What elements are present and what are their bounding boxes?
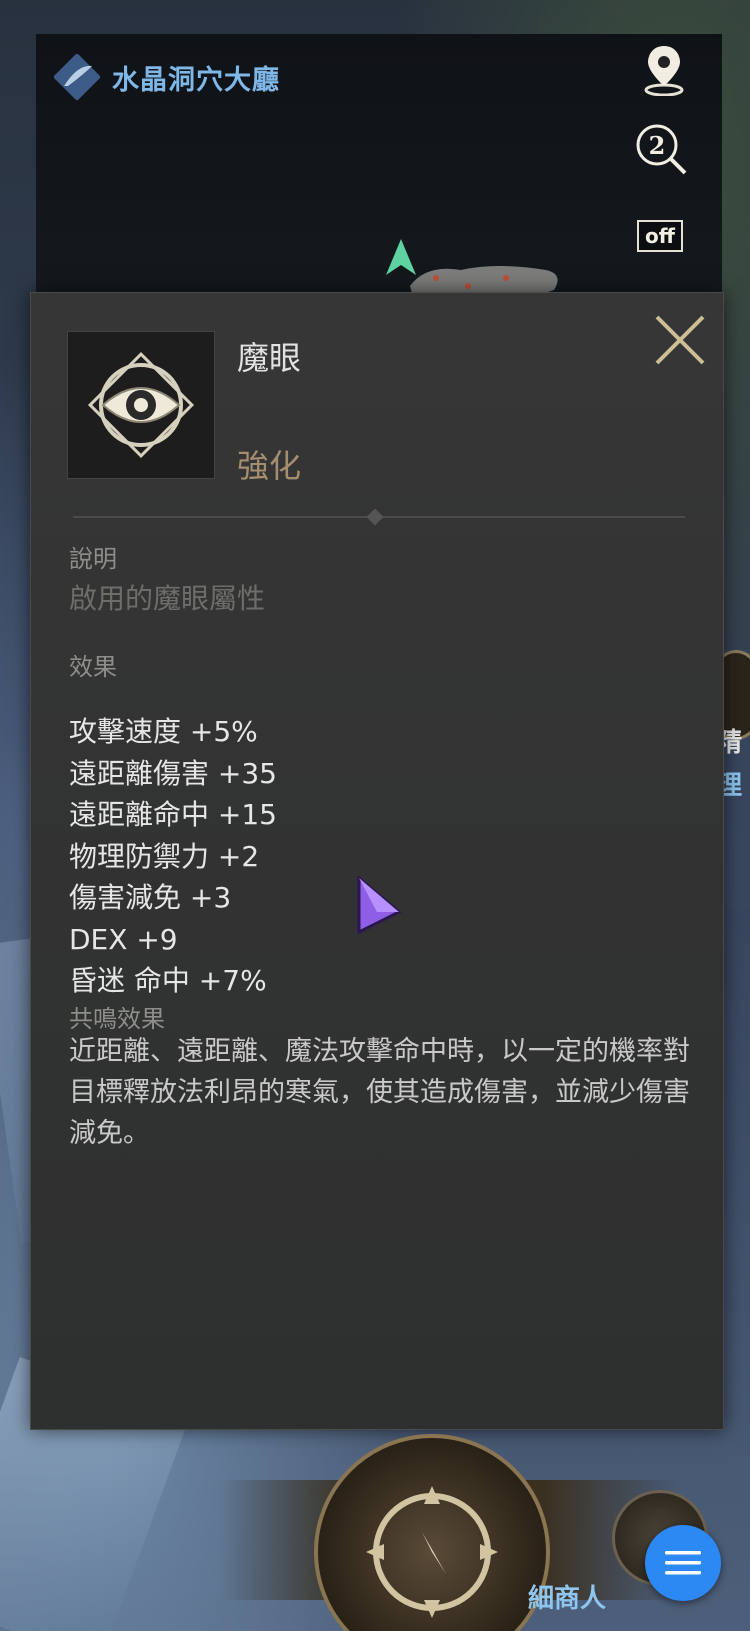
effects-label: 效果: [69, 653, 117, 681]
toggle-off-label: off: [637, 220, 683, 252]
effect-line: 昏迷 命中 +7%: [69, 964, 267, 997]
divider-ornament: [366, 508, 384, 526]
description-label: 說明: [69, 545, 117, 573]
close-icon[interactable]: [651, 311, 709, 369]
item-name: 魔眼: [237, 339, 302, 377]
zoom-level-icon[interactable]: 2: [634, 122, 690, 178]
svg-text:2: 2: [649, 131, 666, 160]
effect-line: DEX +9: [69, 922, 178, 956]
map-pin-icon[interactable]: [636, 42, 692, 98]
description-text: 啟用的魔眼屬性: [69, 582, 266, 615]
effect-line: 物理防禦力 +2: [69, 839, 260, 873]
auto-toggle-button[interactable]: off: [632, 208, 688, 264]
resonance-text: 近距離、遠距離、魔法攻擊命中時，以一定的機率對目標釋放法利昂的寒氣，使其造成傷害…: [69, 1036, 690, 1149]
location-name: 水晶洞穴大廳: [112, 64, 280, 96]
effect-line: 傷害減免 +3: [69, 881, 232, 914]
cursor-icon: [355, 874, 403, 938]
effect-line: 遠距離命中 +15: [69, 798, 277, 831]
effects-list: 攻擊速度 +5% 遠距離傷害 +35 遠距離命中 +15 物理防禦力 +2 傷害…: [69, 711, 277, 1002]
item-grade: 強化: [237, 447, 302, 485]
effect-line: 攻擊速度 +5%: [69, 715, 258, 748]
feather-icon: [54, 54, 100, 100]
resonance-label: 共鳴效果: [69, 1005, 165, 1033]
divider: [73, 508, 685, 526]
hamburger-icon: [665, 1551, 701, 1575]
magic-eye-icon: [67, 331, 215, 479]
menu-button[interactable]: [645, 1525, 721, 1601]
item-tooltip: 魔眼 強化 說明 啟用的魔眼屬性 效果 攻擊速度 +5% 遠距離傷害 +35 遠…: [30, 292, 724, 1430]
player-marker-icon: [386, 239, 416, 279]
merchant-label: 細商人: [528, 1584, 607, 1614]
effect-line: 遠距離傷害 +35: [69, 756, 277, 790]
location-title: 水晶洞穴大廳: [54, 54, 280, 100]
